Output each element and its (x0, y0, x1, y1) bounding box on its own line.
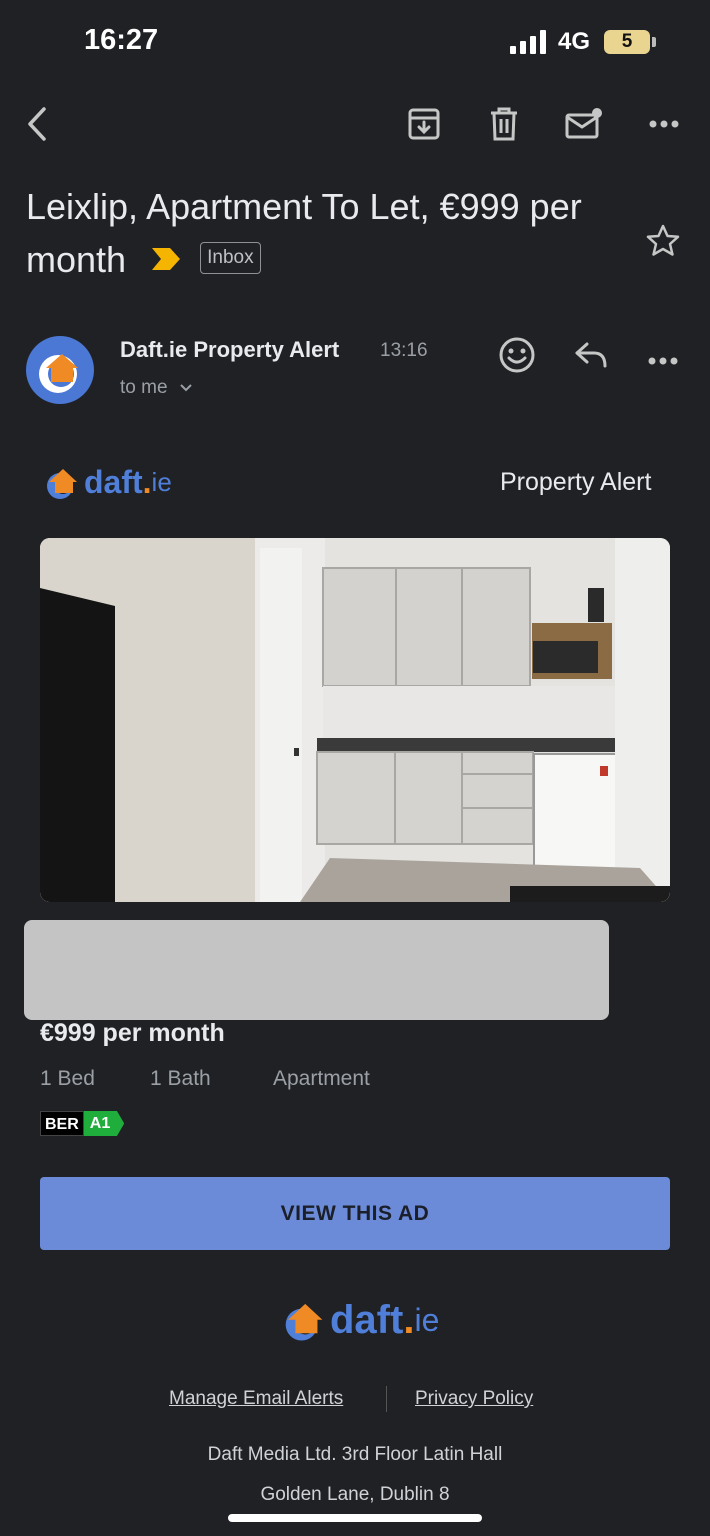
listing-baths: 1 Bath (150, 1067, 211, 1090)
privacy-policy-link[interactable]: Privacy Policy (415, 1388, 533, 1410)
ber-rating: A1 (83, 1111, 125, 1136)
battery-icon: 5 (604, 30, 650, 54)
property-photo[interactable] (40, 538, 670, 902)
battery-level: 5 (621, 31, 633, 52)
logo-text-ie: ie (151, 467, 172, 497)
message-time: 13:16 (380, 340, 428, 361)
star-outline-icon (646, 224, 680, 256)
footer-divider (386, 1386, 387, 1412)
subject-line-2: month (26, 239, 127, 280)
logo-text-ie: ie (414, 1302, 440, 1338)
ber-label: BER (40, 1111, 84, 1136)
manage-email-alerts-link[interactable]: Manage Email Alerts (169, 1388, 343, 1410)
trash-icon (491, 107, 517, 141)
email-subject: Leixlip, Apartment To Let, €999 per mont… (26, 180, 626, 286)
delete-button[interactable] (484, 104, 524, 144)
battery-tip (652, 37, 656, 47)
mark-unread-button[interactable] (564, 104, 604, 144)
daft-logo-avatar-icon (39, 354, 78, 393)
inbox-label[interactable]: Inbox (200, 242, 261, 275)
signal-icon (510, 30, 546, 54)
sender-avatar[interactable] (26, 336, 94, 404)
property-alert-label: Property Alert (500, 468, 652, 496)
reply-icon (575, 342, 607, 368)
subject-line-2-row: month Inbox (26, 233, 626, 286)
daft-logo-header[interactable]: daft. ie (44, 464, 172, 501)
logo-text-daft: daft (84, 464, 143, 500)
home-indicator[interactable] (228, 1514, 482, 1522)
logo-text-dot: . (403, 1298, 415, 1342)
sender-name[interactable]: Daft.ie Property Alert (120, 337, 339, 363)
more-options-button[interactable] (644, 104, 684, 144)
more-horizontal-icon (649, 120, 679, 128)
archive-button[interactable] (404, 104, 444, 144)
add-reaction-button[interactable] (498, 336, 536, 379)
listing-price: €999 per month (40, 1019, 225, 1047)
emoji-icon (499, 337, 535, 373)
view-ad-button[interactable]: VIEW THIS AD (40, 1177, 670, 1250)
company-address-line-2: Golden Lane, Dublin 8 (260, 1484, 450, 1505)
listing-beds: 1 Bed (40, 1067, 95, 1090)
recipient-text: to me (120, 377, 168, 398)
kitchen-photo-image (40, 538, 670, 902)
daft-logo-footer[interactable]: daft. ie (282, 1298, 439, 1343)
subject-line-1: Leixlip, Apartment To Let, €999 per (26, 186, 582, 227)
reply-button[interactable] (574, 340, 608, 375)
archive-icon (408, 108, 440, 140)
back-button[interactable] (18, 104, 58, 144)
chevron-left-icon (28, 107, 46, 141)
mail-unread-icon (565, 108, 602, 139)
listing-type: Apartment (273, 1067, 370, 1090)
logo-text-dot: . (142, 464, 152, 500)
redacted-block (24, 920, 609, 1020)
daft-house-logo-icon (47, 468, 77, 499)
more-horizontal-icon (648, 357, 678, 365)
important-marker-icon[interactable] (152, 248, 181, 271)
status-time: 16:27 (84, 24, 159, 56)
chevron-down-icon (180, 384, 192, 392)
message-more-button[interactable] (648, 352, 678, 370)
logo-text-daft: daft (330, 1298, 404, 1342)
company-address-line-1: Daft Media Ltd. 3rd Floor Latin Hall (207, 1444, 503, 1465)
recipient-toggle[interactable]: to me (120, 377, 193, 399)
star-button[interactable] (646, 224, 680, 261)
daft-house-logo-icon (285, 1303, 323, 1341)
network-type: 4G (558, 28, 591, 55)
ber-badge: BER A1 (40, 1111, 125, 1136)
